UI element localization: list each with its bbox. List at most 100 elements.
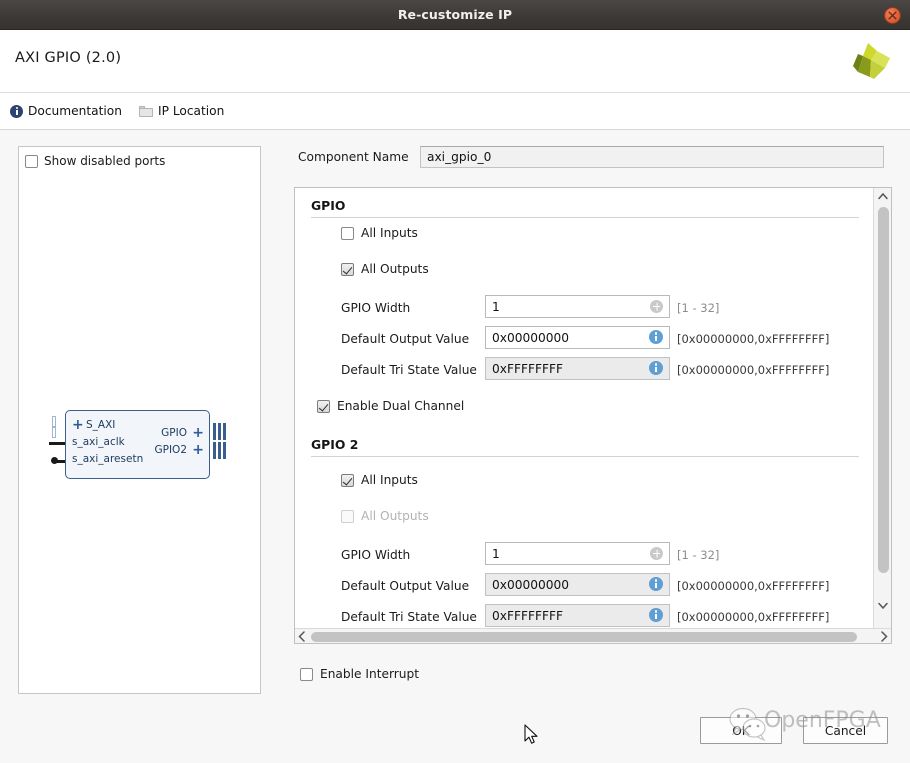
port-label-s-axi-aresetn: s_axi_aresetn <box>72 453 143 465</box>
ip-location-link[interactable]: IP Location <box>139 97 224 125</box>
gpio2-width-clear-icon[interactable] <box>650 547 663 560</box>
enable-interrupt-checkbox[interactable]: Enable Interrupt <box>300 667 419 681</box>
enable-interrupt-label: Enable Interrupt <box>320 667 419 681</box>
gpio2-all-outputs-checkbox: All Outputs <box>341 509 429 523</box>
gpio-default-output-hint: [0x00000000,0xFFFFFFFF] <box>677 332 829 346</box>
gpio-all-outputs-label: All Outputs <box>361 262 429 276</box>
gpio2-width-input[interactable] <box>485 542 670 565</box>
gpio-default-output-info-icon[interactable] <box>649 330 663 344</box>
gpio-tristate-info-icon[interactable] <box>649 361 663 375</box>
vertical-scroll-thumb[interactable] <box>878 207 889 573</box>
gpio-all-outputs-checkbox[interactable]: All Outputs <box>341 262 429 276</box>
info-icon <box>10 105 23 118</box>
dialog-body: Show disabled ports + S_AXI s_axi_aclk s… <box>0 130 910 763</box>
gpio2-tristate-hint: [0x00000000,0xFFFFFFFF] <box>677 610 829 624</box>
ip-block-diagram: + S_AXI s_axi_aclk s_axi_aresetn GPIO + … <box>49 410 244 482</box>
port-label-gpio: GPIO <box>161 427 187 439</box>
settings-scroll-panel: GPIO All Inputs All Outputs GPIO Width [… <box>294 187 892 644</box>
gpio2-all-inputs-label: All Inputs <box>361 473 418 487</box>
documentation-label: Documentation <box>28 104 122 118</box>
page-title: AXI GPIO (2.0) <box>15 50 121 66</box>
section-title-gpio: GPIO <box>311 198 345 213</box>
gpio2-tristate-info-icon[interactable] <box>649 608 663 622</box>
gpio2-default-output-hint: [0x00000000,0xFFFFFFFF] <box>677 579 829 593</box>
gpio2-default-output-label: Default Output Value <box>341 579 469 593</box>
gpio-tristate-input[interactable] <box>485 357 670 380</box>
ip-location-label: IP Location <box>158 104 224 118</box>
xilinx-logo-icon <box>841 38 895 86</box>
bus-stub-top <box>52 416 56 427</box>
ip-symbol-panel: Show disabled ports + S_AXI s_axi_aclk s… <box>18 146 261 694</box>
expand-gpio2-icon[interactable]: + <box>192 443 204 457</box>
show-disabled-ports-label: Show disabled ports <box>44 154 165 168</box>
gpio2-bus-bar-2 <box>218 442 221 459</box>
port-label-s-axi: S_AXI <box>86 419 115 431</box>
gpio2-all-outputs-box <box>341 510 354 523</box>
gpio-default-output-label: Default Output Value <box>341 332 469 346</box>
enable-dual-channel-box <box>317 400 330 413</box>
folder-icon <box>139 106 153 117</box>
gpio-width-clear-icon[interactable] <box>650 300 663 313</box>
gpio2-width-hint: [1 - 32] <box>677 548 719 562</box>
horizontal-scrollbar[interactable] <box>295 628 891 643</box>
horizontal-scroll-thumb[interactable] <box>311 632 857 642</box>
gpio-width-label: GPIO Width <box>341 301 410 315</box>
expand-gpio-icon[interactable]: + <box>192 426 204 440</box>
gpio-all-inputs-checkbox[interactable]: All Inputs <box>341 226 418 240</box>
gpio-tristate-hint: [0x00000000,0xFFFFFFFF] <box>677 363 829 377</box>
documentation-link[interactable]: Documentation <box>10 97 122 125</box>
toolbar-links: Documentation IP Location <box>0 93 910 130</box>
component-name-input[interactable] <box>420 146 884 168</box>
gpio-bus-bar-2 <box>218 423 221 440</box>
expand-saxi-icon[interactable]: + <box>72 418 84 432</box>
gpio2-all-outputs-label: All Outputs <box>361 509 429 523</box>
window-title: Re-customize IP <box>0 0 910 29</box>
ip-header: AXI GPIO (2.0) <box>0 30 910 93</box>
scroll-left-icon[interactable] <box>295 629 309 644</box>
gpio2-tristate-input[interactable] <box>485 604 670 627</box>
port-label-gpio2: GPIO2 <box>154 444 187 456</box>
enable-interrupt-box <box>300 668 313 681</box>
section-title-gpio2: GPIO 2 <box>311 437 358 452</box>
gpio2-width-label: GPIO Width <box>341 548 410 562</box>
close-icon[interactable] <box>884 7 901 24</box>
component-name-row: Component Name <box>290 146 892 172</box>
section-rule-gpio <box>311 217 859 218</box>
gpio-all-inputs-label: All Inputs <box>361 226 418 240</box>
show-disabled-ports-box <box>25 155 38 168</box>
enable-dual-channel-checkbox[interactable]: Enable Dual Channel <box>317 399 464 413</box>
gpio2-tristate-label: Default Tri State Value <box>341 610 477 624</box>
bus-stub-bottom <box>52 427 56 438</box>
cancel-button[interactable]: Cancel <box>803 717 888 744</box>
show-disabled-ports-checkbox[interactable]: Show disabled ports <box>25 154 165 168</box>
gpio2-bus-bar-3 <box>223 442 226 459</box>
scroll-right-icon[interactable] <box>877 629 891 644</box>
clock-pin <box>49 442 65 445</box>
scroll-up-icon[interactable] <box>875 189 891 204</box>
vertical-scrollbar[interactable] <box>873 188 891 629</box>
close-glyph <box>888 11 897 20</box>
config-panel: Component Name GPIO All Inputs All Outpu… <box>290 146 892 706</box>
gpio-all-outputs-box <box>341 263 354 276</box>
enable-dual-channel-label: Enable Dual Channel <box>337 399 464 413</box>
window-titlebar: Re-customize IP <box>0 0 910 30</box>
gpio2-bus-bar-1 <box>213 442 216 459</box>
ok-button[interactable]: OK <box>700 717 782 744</box>
gpio2-all-inputs-checkbox[interactable]: All Inputs <box>341 473 418 487</box>
port-label-s-axi-aclk: s_axi_aclk <box>72 436 125 448</box>
gpio-all-inputs-box <box>341 227 354 240</box>
gpio2-default-output-info-icon[interactable] <box>649 577 663 591</box>
scroll-down-icon[interactable] <box>875 598 891 613</box>
ip-block-body: + S_AXI s_axi_aclk s_axi_aresetn GPIO + … <box>65 410 210 479</box>
section-rule-gpio2 <box>311 456 859 457</box>
gpio2-all-inputs-box <box>341 474 354 487</box>
component-name-label: Component Name <box>298 150 409 164</box>
gpio-bus-bar-1 <box>213 423 216 440</box>
gpio-default-output-input[interactable] <box>485 326 670 349</box>
gpio-tristate-label: Default Tri State Value <box>341 363 477 377</box>
gpio-width-hint: [1 - 32] <box>677 301 719 315</box>
settings-content: GPIO All Inputs All Outputs GPIO Width [… <box>295 188 873 629</box>
gpio2-default-output-input[interactable] <box>485 573 670 596</box>
gpio-bus-bar-3 <box>223 423 226 440</box>
gpio-width-input[interactable] <box>485 295 670 318</box>
